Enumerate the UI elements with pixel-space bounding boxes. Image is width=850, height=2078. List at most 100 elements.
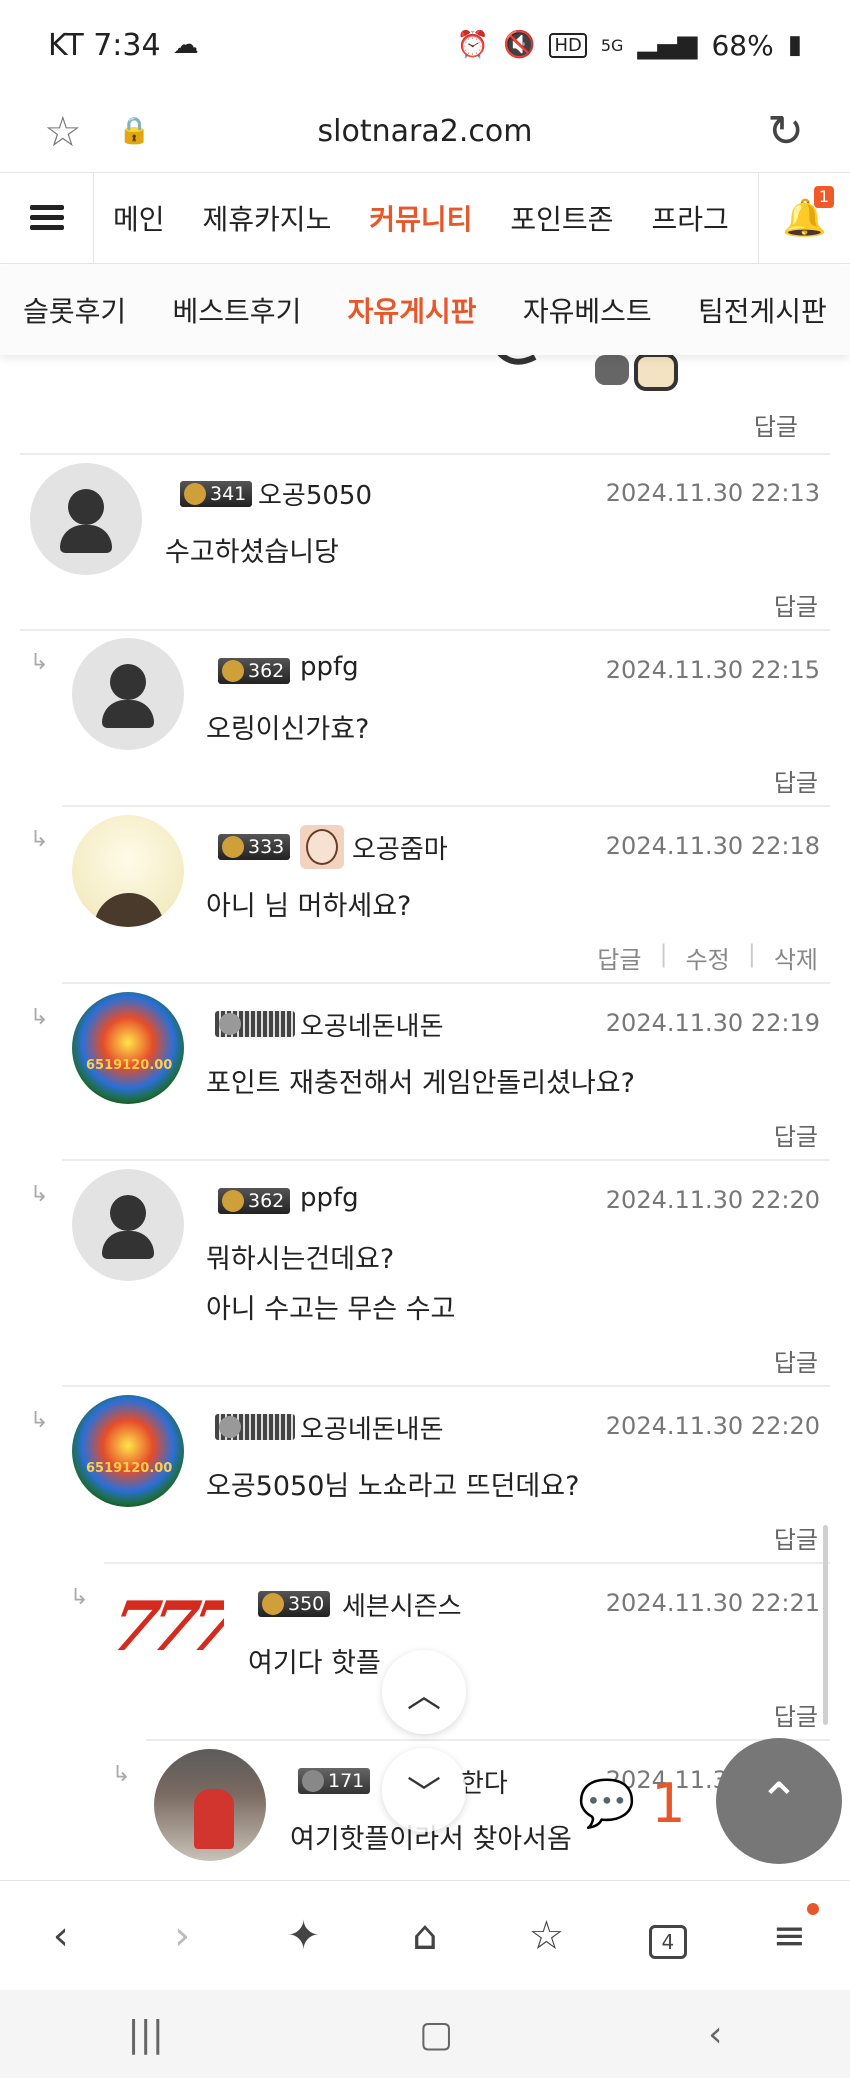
browser-toolbar: ‹ › ✦ ⌂ ☆ 4 ≡ bbox=[0, 1880, 850, 1990]
nav-item-pragmatic[interactable]: 프라그 bbox=[632, 198, 747, 238]
home-button-icon[interactable]: ▢ bbox=[419, 2014, 453, 2055]
chevron-up-icon: ︿ bbox=[407, 1675, 441, 1716]
comment-text: 포인트 재충전해서 게임안돌리셨나요? bbox=[206, 1068, 635, 1099]
level-badge: 350 bbox=[258, 1590, 331, 1618]
chat-button[interactable]: 💬 1 bbox=[578, 1772, 686, 1835]
forward-icon[interactable]: › bbox=[142, 1913, 222, 1959]
user-emoticon-icon bbox=[300, 825, 344, 869]
nav-item-main[interactable]: 메인 bbox=[94, 198, 184, 238]
subnav-team-board[interactable]: 팀전게시판 bbox=[698, 290, 827, 330]
reply-link[interactable]: 답글 bbox=[774, 1520, 818, 1555]
home-icon[interactable]: ⌂ bbox=[385, 1913, 465, 1959]
reply-link[interactable]: 답글 bbox=[774, 587, 818, 622]
lock-icon[interactable]: 🔒 bbox=[118, 116, 150, 146]
bookmark-star-icon[interactable]: ☆ bbox=[44, 107, 82, 156]
avatar[interactable] bbox=[72, 1169, 184, 1281]
divider bbox=[20, 453, 830, 455]
avatar[interactable]: 6519120.00 bbox=[72, 992, 184, 1104]
chevron-down-icon: ﹀ bbox=[407, 1773, 441, 1814]
level-badge bbox=[215, 1413, 295, 1441]
avatar[interactable] bbox=[72, 815, 184, 927]
subnav-free-best[interactable]: 자유베스트 bbox=[523, 290, 652, 330]
caret-up-icon: ⌃ bbox=[758, 1772, 800, 1830]
comment-text: 수고하셨습니당 bbox=[165, 537, 339, 568]
level-badge: 171 bbox=[298, 1767, 371, 1795]
reply-arrow-icon: ↳ bbox=[30, 650, 49, 675]
comment-date: 2024.11.30 22:20 bbox=[605, 1412, 820, 1440]
reply-link[interactable]: 답글 bbox=[597, 940, 641, 975]
nav-item-partner-casino[interactable]: 제휴카지노 bbox=[184, 198, 351, 238]
nickname[interactable]: 세븐시즌스 bbox=[342, 1586, 462, 1623]
sub-nav: 슬롯후기 베스트후기 자유게시판 자유베스트 팀전게시판 bbox=[0, 265, 850, 355]
reply-link[interactable]: 답글 bbox=[754, 407, 798, 442]
nickname[interactable]: 오공네돈내돈 bbox=[300, 1409, 444, 1446]
nickname[interactable]: 오공네돈내돈 bbox=[300, 1006, 444, 1043]
battery-icon: ▮ bbox=[787, 30, 802, 60]
avatar[interactable]: 777 bbox=[112, 1577, 224, 1689]
subnav-best-review[interactable]: 베스트후기 bbox=[173, 290, 302, 330]
hamburger-icon bbox=[29, 205, 64, 231]
reply-link[interactable]: 답글 bbox=[774, 1117, 818, 1152]
reload-icon[interactable]: ↻ bbox=[767, 106, 804, 157]
url-bar: slotnara2.com ☆ 🔒 ↻ bbox=[0, 90, 850, 172]
scroll-down-button[interactable]: ﹀ bbox=[382, 1748, 466, 1832]
reply-arrow-icon: ↳ bbox=[30, 1182, 49, 1207]
separator: | bbox=[747, 940, 756, 968]
signal-icon: ▂▄▆ bbox=[637, 30, 698, 60]
battery-percent: 68% bbox=[711, 28, 774, 62]
avatar[interactable]: 6519120.00 bbox=[72, 1395, 184, 1507]
nickname[interactable]: ppfg bbox=[300, 652, 359, 682]
delete-link[interactable]: 삭제 bbox=[774, 940, 818, 975]
avatar[interactable] bbox=[72, 638, 184, 750]
comment-text: 여기다 핫플 bbox=[248, 1648, 381, 1679]
avatar[interactable] bbox=[30, 463, 142, 575]
bookmarks-icon[interactable]: ☆ bbox=[506, 1913, 586, 1959]
nickname[interactable]: 오공줌마 bbox=[352, 829, 448, 866]
chat-count: 1 bbox=[651, 1772, 686, 1835]
back-icon[interactable]: ‹ bbox=[21, 1913, 101, 1959]
cloud-icon: ☁ bbox=[172, 30, 199, 60]
reply-arrow-icon: ↳ bbox=[70, 1585, 89, 1610]
comment-date: 2024.11.30 22:13 bbox=[605, 479, 820, 507]
comment-date: 2024.11.30 22:18 bbox=[605, 832, 820, 860]
tabs-icon[interactable]: 4 bbox=[628, 1913, 708, 1959]
recent-apps-icon[interactable]: ||| bbox=[128, 2014, 164, 2055]
edit-link[interactable]: 수정 bbox=[686, 940, 730, 975]
nav-item-community[interactable]: 커뮤니티 bbox=[350, 198, 491, 238]
nickname[interactable]: 오공5050 bbox=[258, 475, 372, 512]
alarm-icon: ⏰ bbox=[456, 30, 490, 60]
5g-icon: 5G bbox=[600, 35, 624, 55]
level-badge: 341 bbox=[180, 480, 253, 508]
carrier-time: KT 7:34 bbox=[48, 27, 161, 63]
main-nav: 메인 제휴카지노 커뮤니티 포인트존 프라그 🔔 1 bbox=[0, 172, 850, 264]
scroll-top-button[interactable]: ⌃ bbox=[716, 1738, 842, 1864]
scrollbar[interactable] bbox=[823, 1525, 828, 1725]
divider bbox=[104, 1562, 830, 1564]
reply-arrow-icon: ↳ bbox=[30, 827, 49, 852]
menu-button[interactable] bbox=[0, 172, 94, 264]
divider bbox=[62, 805, 830, 807]
nav-item-point-zone[interactable]: 포인트존 bbox=[491, 198, 632, 238]
chat-bubble-icon: 💬 bbox=[578, 1776, 636, 1830]
browser-menu-icon[interactable]: ≡ bbox=[749, 1902, 829, 1959]
status-bar: KT 7:34 ☁ ⏰ 🔇 HD 5G ▂▄▆ 68% ▮ bbox=[0, 0, 850, 90]
reply-link[interactable]: 답글 bbox=[774, 1697, 818, 1732]
update-dot bbox=[807, 1902, 820, 1915]
comment-actions: 답글 | 수정 | 삭제 bbox=[597, 940, 818, 975]
scroll-up-button[interactable]: ︿ bbox=[382, 1650, 466, 1734]
reply-link[interactable]: 답글 bbox=[774, 1343, 818, 1378]
subnav-slot-review[interactable]: 슬롯후기 bbox=[23, 290, 126, 330]
system-back-icon[interactable]: ‹ bbox=[708, 2014, 722, 2055]
subnav-free-board[interactable]: 자유게시판 bbox=[348, 290, 477, 330]
divider bbox=[62, 1159, 830, 1161]
reply-arrow-icon: ↳ bbox=[112, 1762, 131, 1787]
nickname[interactable]: 한다 bbox=[460, 1763, 508, 1800]
comment-text: 아니 님 머하세요? bbox=[206, 891, 412, 922]
avatar[interactable] bbox=[154, 1749, 266, 1861]
level-badge: 362 bbox=[218, 657, 291, 685]
reply-link[interactable]: 답글 bbox=[774, 763, 818, 798]
notification-button[interactable]: 🔔 1 bbox=[758, 172, 850, 264]
nickname[interactable]: ppfg bbox=[300, 1183, 359, 1213]
sparkle-icon[interactable]: ✦ bbox=[264, 1913, 344, 1959]
system-nav-bar: ||| ▢ ‹ bbox=[0, 1990, 850, 2078]
